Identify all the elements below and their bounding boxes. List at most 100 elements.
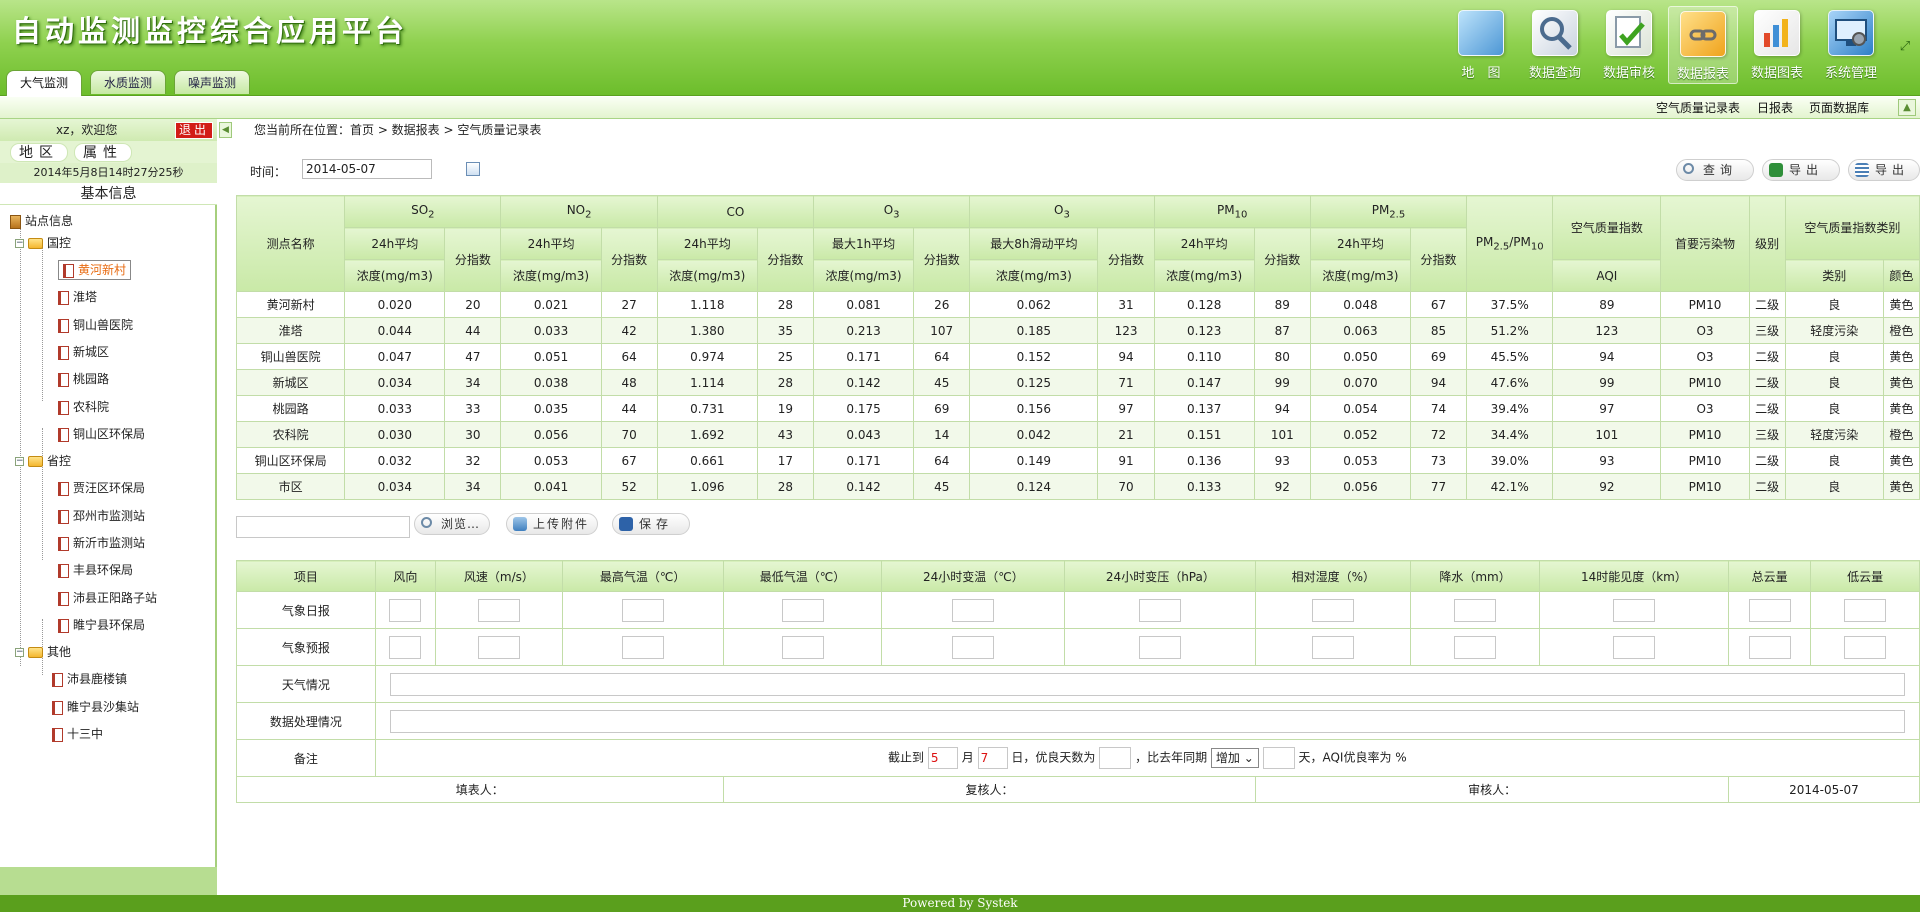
sublink-daily-report[interactable]: 日报表 bbox=[1757, 97, 1793, 119]
tree-item-station[interactable]: 铜山兽医院 bbox=[58, 315, 133, 335]
fullscreen-icon[interactable]: ⤢ bbox=[1898, 40, 1912, 54]
tree-item-station[interactable]: 丰县环保局 bbox=[58, 560, 133, 580]
table-cell: 92 bbox=[1552, 473, 1662, 500]
table-cell: 47 bbox=[444, 343, 502, 370]
table-cell: 77 bbox=[1409, 473, 1468, 500]
tab-air[interactable]: 大气监测 bbox=[6, 70, 82, 96]
met-col-wind-speed: 风速（m/s） bbox=[435, 560, 563, 592]
station-name-cell: 农科院 bbox=[235, 421, 346, 448]
tree-group-provincial[interactable]: − 省控 bbox=[15, 451, 71, 471]
collapse-toggle-icon[interactable]: − bbox=[15, 457, 24, 466]
wind-dir-input[interactable] bbox=[389, 598, 422, 622]
sublink-page-database[interactable]: 页面数据库 bbox=[1809, 97, 1869, 119]
nav-data-audit[interactable]: 数据审核 bbox=[1594, 6, 1664, 84]
tree-item-station[interactable]: 贾汪区环保局 bbox=[58, 478, 145, 498]
tree-item-station[interactable]: 沛县正阳路子站 bbox=[58, 588, 157, 608]
pressure-change-input[interactable] bbox=[1139, 635, 1182, 659]
month-input[interactable]: 5 bbox=[927, 747, 958, 769]
visibility-input[interactable] bbox=[1612, 598, 1655, 622]
collapse-header-icon[interactable]: ▲ bbox=[1898, 99, 1916, 116]
processing-input[interactable] bbox=[389, 709, 1905, 733]
met-col-temp-change: 24小时变温（℃） bbox=[881, 560, 1066, 592]
tree-root[interactable]: 站点信息 bbox=[10, 211, 73, 231]
tree-item-station[interactable]: 黄河新村 bbox=[58, 260, 132, 280]
collapse-sidebar-icon[interactable]: ◀ bbox=[219, 122, 232, 138]
save-button[interactable]: 保存 bbox=[612, 513, 690, 535]
browse-button[interactable]: 浏览… bbox=[414, 513, 490, 535]
table-cell: 0.081 bbox=[812, 291, 915, 318]
table-cell: 良 bbox=[1784, 473, 1884, 500]
logout-button[interactable]: 退出 bbox=[175, 122, 213, 139]
min-temp-input[interactable] bbox=[781, 635, 824, 659]
table-cell: 42 bbox=[600, 317, 658, 344]
file-path-input[interactable] bbox=[236, 516, 410, 538]
rain-input[interactable] bbox=[1454, 598, 1497, 622]
humidity-input[interactable] bbox=[1312, 598, 1355, 622]
tree-item-station[interactable]: 桃园路 bbox=[58, 369, 109, 389]
nav-system-admin[interactable]: 系统管理 bbox=[1816, 6, 1886, 84]
low-cloud-input[interactable] bbox=[1844, 598, 1887, 622]
collapse-toggle-icon[interactable]: − bbox=[15, 648, 24, 657]
tab-attribute[interactable]: 属性 bbox=[74, 143, 132, 162]
table-cell: 28 bbox=[756, 291, 814, 318]
nav-data-chart[interactable]: 数据图表 bbox=[1742, 6, 1812, 84]
tab-region[interactable]: 地区 bbox=[10, 143, 68, 162]
total-cloud-input[interactable] bbox=[1748, 635, 1791, 659]
table-cell: 0.123 bbox=[1153, 317, 1255, 344]
tree-item-station[interactable]: 新城区 bbox=[58, 342, 109, 362]
air-quality-rows: 黄河新村 0.020 20 0.021 27 1.118 28 0.081 26 0.062 31 0… bbox=[235, 291, 1920, 500]
tree-item-station[interactable]: 新沂市监测站 bbox=[58, 533, 145, 553]
table-cell: 70 bbox=[1097, 473, 1155, 500]
day-input[interactable]: 7 bbox=[977, 747, 1008, 769]
calendar-icon[interactable] bbox=[466, 162, 480, 176]
table-cell: 三级 bbox=[1748, 317, 1786, 344]
low-cloud-input[interactable] bbox=[1844, 635, 1887, 659]
table-cell: 0.152 bbox=[969, 343, 1099, 370]
visibility-input[interactable] bbox=[1612, 635, 1655, 659]
tree-item-station[interactable]: 淮塔 bbox=[58, 287, 97, 307]
tab-noise[interactable]: 噪声监测 bbox=[174, 70, 250, 94]
nav-data-query[interactable]: 数据查询 bbox=[1520, 6, 1590, 84]
humidity-input[interactable] bbox=[1312, 635, 1355, 659]
tab-water[interactable]: 水质监测 bbox=[90, 70, 166, 94]
table-cell: 64 bbox=[913, 343, 971, 370]
weather-input[interactable] bbox=[389, 672, 1905, 696]
rain-input[interactable] bbox=[1454, 635, 1497, 659]
nav-map[interactable]: 地 图 bbox=[1446, 6, 1516, 84]
tree-item-station[interactable]: 睢宁县环保局 bbox=[58, 615, 145, 635]
max-temp-input[interactable] bbox=[621, 598, 664, 622]
upload-attachment-button[interactable]: 上传附件 bbox=[506, 513, 598, 535]
tree-item-station[interactable]: 十三中 bbox=[52, 724, 103, 744]
table-row: 铜山兽医院 0.047 47 0.051 64 0.974 25 0.171 64 0.152 94… bbox=[235, 343, 1920, 370]
export-excel-button[interactable]: 导出 bbox=[1762, 159, 1840, 181]
temp-change-input[interactable] bbox=[952, 635, 995, 659]
col-aqi-category: 空气质量指数类别 bbox=[1784, 195, 1920, 260]
date-input[interactable]: 2014-05-07 bbox=[302, 159, 432, 179]
sublink-air-quality-record[interactable]: 空气质量记录表 bbox=[1656, 97, 1740, 119]
wind-speed-input[interactable] bbox=[477, 635, 520, 659]
tree-item-station[interactable]: 农科院 bbox=[58, 397, 109, 417]
tree-item-station[interactable]: 沛县鹿楼镇 bbox=[52, 669, 127, 689]
table-cell: 0.056 bbox=[1309, 473, 1412, 500]
export-table-button[interactable]: 导出 bbox=[1848, 159, 1920, 181]
wind-speed-input[interactable] bbox=[477, 598, 520, 622]
temp-change-input[interactable] bbox=[952, 598, 995, 622]
table-cell: 轻度污染 bbox=[1784, 421, 1884, 448]
tree-item-station[interactable]: 邳州市监测站 bbox=[58, 506, 145, 526]
wind-dir-input[interactable] bbox=[389, 635, 422, 659]
table-cell: 0.054 bbox=[1309, 395, 1412, 422]
max-temp-input[interactable] bbox=[621, 635, 664, 659]
tree-item-station[interactable]: 铜山区环保局 bbox=[58, 424, 145, 444]
good-days-input[interactable] bbox=[1099, 747, 1132, 769]
query-button[interactable]: 查询 bbox=[1676, 159, 1754, 181]
change-select[interactable]: 增加 ⌄ bbox=[1210, 748, 1259, 768]
tree-group-other[interactable]: − 其他 bbox=[15, 642, 71, 662]
collapse-toggle-icon[interactable]: − bbox=[15, 239, 24, 248]
tree-group-national[interactable]: − 国控 bbox=[15, 233, 71, 253]
pressure-change-input[interactable] bbox=[1139, 598, 1182, 622]
change-days-input[interactable] bbox=[1262, 747, 1295, 769]
tree-item-station[interactable]: 睢宁县沙集站 bbox=[52, 697, 139, 717]
min-temp-input[interactable] bbox=[781, 598, 824, 622]
total-cloud-input[interactable] bbox=[1748, 598, 1791, 622]
nav-data-report[interactable]: 数据报表 bbox=[1668, 6, 1738, 84]
